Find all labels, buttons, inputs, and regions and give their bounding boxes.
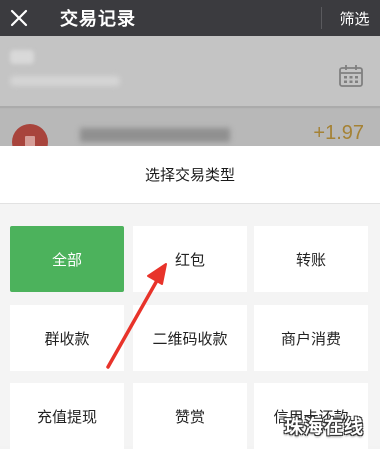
close-button[interactable] — [0, 0, 38, 36]
month-strip — [0, 36, 380, 106]
sheet-title: 选择交易类型 — [0, 146, 380, 203]
option-merchant-spending[interactable]: 商户消费 — [254, 305, 368, 371]
filter-button[interactable]: 筛选 — [329, 0, 380, 36]
blurred-transaction-title — [80, 128, 230, 142]
transaction-type-sheet: 选择交易类型 全部 红包 转账 群收款 二维码收款 商户消费 充值提现 赞赏 信… — [0, 146, 380, 449]
title-bar: 交易记录 筛选 — [0, 0, 380, 36]
title-bar-divider — [321, 7, 322, 29]
option-top-up-withdraw[interactable]: 充值提现 — [10, 383, 124, 449]
option-qr-code-payment[interactable]: 二维码收款 — [133, 305, 247, 371]
page-title: 交易记录 — [60, 9, 136, 29]
option-all[interactable]: 全部 — [10, 226, 124, 292]
blurred-summary-text — [10, 76, 120, 86]
close-icon — [10, 9, 28, 27]
option-red-packet[interactable]: 红包 — [133, 226, 247, 292]
option-transfer[interactable]: 转账 — [254, 226, 368, 292]
blurred-month-label — [10, 50, 34, 64]
transaction-amount: +1.97 — [313, 122, 364, 144]
calendar-icon — [339, 65, 363, 87]
option-tip[interactable]: 赞赏 — [133, 383, 247, 449]
option-group-payment[interactable]: 群收款 — [10, 305, 124, 371]
calendar-button[interactable] — [338, 64, 364, 88]
watermark: 珠海在线 — [283, 416, 364, 438]
